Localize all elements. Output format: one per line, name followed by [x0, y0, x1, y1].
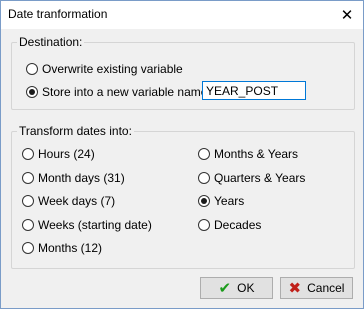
- transform-option[interactable]: Hours (24): [22, 147, 95, 161]
- cancel-label: Cancel: [307, 281, 345, 295]
- transform-option-radio[interactable]: [22, 242, 34, 254]
- close-icon: ✕: [340, 7, 354, 24]
- transform-option-label: Months & Years: [214, 147, 299, 161]
- transform-option-radio[interactable]: [198, 171, 210, 184]
- transform-option[interactable]: Years: [198, 194, 244, 208]
- store-new-radio[interactable]: Store into a new variable named:: [26, 85, 217, 99]
- store-new-radio-circle[interactable]: [26, 86, 38, 98]
- transform-option-radio[interactable]: [22, 195, 34, 207]
- window-title: Date tranformation: [8, 7, 108, 21]
- transform-option-label: Months (12): [38, 241, 103, 255]
- transform-legend: Transform dates into:: [17, 124, 134, 138]
- transform-option[interactable]: Month days (31): [22, 171, 125, 185]
- transform-option-radio[interactable]: [198, 218, 210, 231]
- transform-option-radio[interactable]: [198, 148, 210, 160]
- transform-option-radio[interactable]: [22, 218, 34, 231]
- dialog-window: Date tranformation ✕ Destination: Overwr…: [0, 0, 364, 309]
- ok-label: OK: [237, 281, 255, 295]
- transform-option[interactable]: Decades: [198, 218, 261, 232]
- overwrite-label: Overwrite existing variable: [42, 62, 183, 76]
- transform-option-radio[interactable]: [22, 148, 34, 160]
- close-button[interactable]: ✕: [337, 5, 357, 25]
- store-new-label: Store into a new variable named:: [42, 85, 218, 99]
- titlebar[interactable]: Date tranformation ✕: [1, 1, 363, 29]
- transform-option-label: Quarters & Years: [214, 170, 306, 185]
- transform-option[interactable]: Quarters & Years: [198, 171, 305, 185]
- x-icon: ✖: [288, 279, 302, 297]
- transform-option[interactable]: Months & Years: [198, 147, 298, 161]
- transform-option-radio[interactable]: [22, 171, 34, 184]
- transform-option[interactable]: Weeks (starting date): [22, 218, 152, 232]
- new-variable-input[interactable]: [202, 81, 306, 100]
- transform-option-label: Years: [214, 194, 245, 208]
- transform-option-radio[interactable]: [198, 195, 210, 207]
- transform-option[interactable]: Months (12): [22, 241, 102, 255]
- ok-button[interactable]: ✔ OK: [200, 277, 273, 299]
- cancel-button[interactable]: ✖ Cancel: [280, 277, 353, 299]
- overwrite-radio[interactable]: Overwrite existing variable: [26, 62, 183, 76]
- transform-option-label: Month days (31): [38, 170, 125, 185]
- transform-option-label: Decades: [214, 217, 262, 232]
- transform-option[interactable]: Week days (7): [22, 194, 115, 208]
- transform-option-label: Week days (7): [38, 194, 116, 208]
- transform-option-label: Hours (24): [38, 147, 95, 161]
- destination-legend: Destination:: [17, 35, 85, 49]
- transform-option-label: Weeks (starting date): [38, 217, 152, 232]
- overwrite-radio-circle[interactable]: [26, 63, 38, 75]
- checkmark-icon: ✔: [218, 279, 232, 297]
